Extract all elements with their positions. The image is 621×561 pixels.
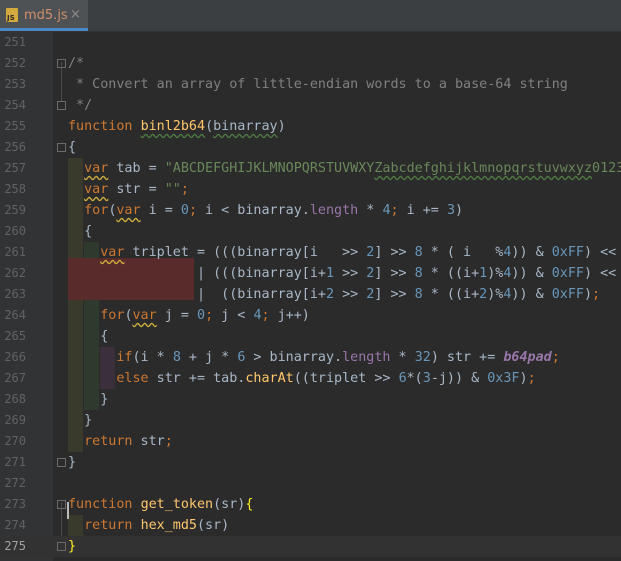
code-text[interactable]: } [68, 452, 76, 473]
code-line[interactable]: 264 for(var j = 0; j < 4; j++) [0, 305, 621, 326]
line-number: 263 [4, 287, 26, 301]
line-number: 270 [4, 434, 26, 448]
text-cursor [67, 502, 69, 519]
code-text[interactable]: * Convert an array of little-endian word… [68, 74, 568, 95]
code-text[interactable]: */ [68, 95, 92, 116]
line-number: 265 [4, 329, 26, 343]
code-text[interactable]: | (((binarray[i+1 >> 2] >> 8 * ((i+1)%4)… [68, 263, 621, 284]
js-file-icon: JS [6, 8, 18, 22]
fold-marker-icon[interactable] [57, 500, 66, 509]
code-line[interactable]: 254 */ [0, 95, 621, 116]
fold-marker-icon[interactable] [57, 458, 66, 467]
file-tab-md5[interactable]: JS md5.js × [0, 0, 88, 31]
code-text[interactable]: for(var i = 0; i < binarray.length * 4; … [68, 200, 463, 221]
code-text[interactable]: | ((binarray[i+2 >> 2] >> 8 * ((i+2)%4))… [68, 284, 600, 305]
code-text[interactable]: var str = ""; [68, 179, 189, 200]
code-line[interactable]: 266 if(i * 8 + j * 6 > binarray.length *… [0, 347, 621, 368]
code-line[interactable]: 272 [0, 473, 621, 494]
code-line[interactable]: 260 { [0, 221, 621, 242]
line-number: 258 [4, 182, 26, 196]
line-number: 252 [4, 56, 26, 70]
code-line[interactable]: 268 } [0, 389, 621, 410]
code-text[interactable]: } [68, 536, 76, 557]
js-icon-text: JS [7, 14, 15, 22]
code-line[interactable]: 255 function binl2b64(binarray) [0, 116, 621, 137]
line-number: 262 [4, 266, 26, 280]
code-line[interactable]: 252 /* [0, 53, 621, 74]
code-text[interactable]: var triplet = (((binarray[i >> 2] >> 8 *… [68, 242, 621, 263]
line-number: 275 [4, 539, 26, 553]
code-text[interactable]: for(var j = 0; j < 4; j++) [68, 305, 310, 326]
code-text[interactable]: { [68, 137, 76, 158]
line-number: 255 [4, 119, 26, 133]
line-number: 256 [4, 140, 26, 154]
code-text[interactable]: } [68, 410, 92, 431]
line-number: 274 [4, 518, 26, 532]
code-editor[interactable]: 251 252/* 253 * Convert an array of little… [0, 32, 621, 561]
line-number: 266 [4, 350, 26, 364]
code-line[interactable]: 263 | ((binarray[i+2 >> 2] >> 8 * ((i+2)… [0, 284, 621, 305]
editor-tab-bar: JS md5.js × [0, 0, 621, 32]
line-number: 253 [4, 77, 26, 91]
code-line[interactable]: 267 else str += tab.charAt((triplet >> 6… [0, 368, 621, 389]
code-line[interactable]: 259 for(var i = 0; i < binarray.length *… [0, 200, 621, 221]
line-number: 264 [4, 308, 26, 322]
code-line[interactable]: 261 var triplet = (((binarray[i >> 2] >>… [0, 242, 621, 263]
line-number: 257 [4, 161, 26, 175]
code-line[interactable]: 275} [0, 536, 621, 557]
code-text[interactable]: } [68, 389, 108, 410]
line-number: 272 [4, 476, 26, 490]
code-text[interactable]: var tab = "ABCDEFGHIJKLMNOPQRSTUVWXYZabc… [68, 158, 621, 179]
code-line[interactable]: 253 * Convert an array of little-endian … [0, 74, 621, 95]
code-text[interactable]: function get_token(sr){ [68, 494, 253, 515]
code-line[interactable]: 256 { [0, 137, 621, 158]
code-text[interactable]: if(i * 8 + j * 6 > binarray.length * 32)… [68, 347, 559, 368]
fold-marker-icon[interactable] [57, 101, 66, 110]
code-text[interactable]: else str += tab.charAt((triplet >> 6*(3-… [68, 368, 535, 389]
code-line[interactable]: 265 { [0, 326, 621, 347]
tab-filename: md5.js [24, 8, 68, 23]
line-number: 269 [4, 413, 26, 427]
code-line[interactable]: 251 [0, 32, 621, 53]
close-icon[interactable]: × [70, 7, 81, 22]
code-text[interactable]: return str; [68, 431, 173, 452]
code-line[interactable]: 271} [0, 452, 621, 473]
fold-marker-icon[interactable] [57, 542, 66, 551]
code-line[interactable]: 258 var str = ""; [0, 179, 621, 200]
line-number: 251 [4, 35, 26, 49]
code-line[interactable]: 262 | (((binarray[i+1 >> 2] >> 8 * ((i+1… [0, 263, 621, 284]
line-number: 260 [4, 224, 26, 238]
code-line[interactable]: 274 return hex_md5(sr) [0, 515, 621, 536]
fold-marker-icon[interactable] [57, 59, 66, 68]
code-text[interactable]: { [68, 326, 108, 347]
code-text[interactable]: return hex_md5(sr) [68, 515, 229, 536]
code-line[interactable]: 269 } [0, 410, 621, 431]
line-number: 254 [4, 98, 26, 112]
fold-marker-icon[interactable] [57, 143, 66, 152]
code-line[interactable]: 273 function get_token(sr){ [0, 494, 621, 515]
line-number: 273 [4, 497, 26, 511]
line-number: 268 [4, 392, 26, 406]
line-number: 261 [4, 245, 26, 259]
line-number: 259 [4, 203, 26, 217]
line-number: 271 [4, 455, 26, 469]
code-text[interactable]: /* [68, 53, 84, 74]
code-line[interactable]: 270 return str; [0, 431, 621, 452]
code-line[interactable]: 257 var tab = "ABCDEFGHIJKLMNOPQRSTUVWXY… [0, 158, 621, 179]
code-text[interactable]: function binl2b64(binarray) [68, 116, 286, 137]
code-text[interactable]: { [68, 221, 92, 242]
line-number: 267 [4, 371, 26, 385]
